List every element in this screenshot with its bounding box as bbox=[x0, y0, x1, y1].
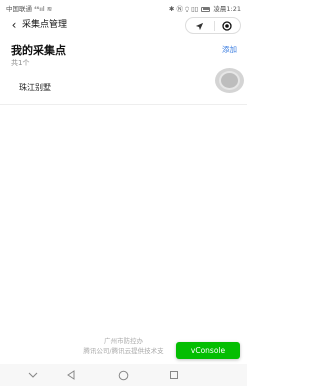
status-right: ✱ Ⓝ ⍜ ▯▯ 凌晨1:21 bbox=[169, 3, 241, 14]
status-time: 凌晨1:21 bbox=[213, 5, 241, 13]
capsule-location-button[interactable] bbox=[186, 18, 213, 34]
nav-collapse-button[interactable] bbox=[26, 368, 40, 382]
recent-square-icon bbox=[170, 371, 178, 379]
status-icons: ✱ Ⓝ ⍜ ▯▯ bbox=[169, 5, 199, 13]
android-nav-bar bbox=[0, 364, 247, 386]
add-button[interactable]: 添加 bbox=[222, 44, 237, 55]
battery-icon bbox=[201, 6, 211, 12]
nav-title: 采集点管理 bbox=[22, 20, 68, 30]
back-button[interactable]: ‹ bbox=[6, 16, 22, 34]
nav-recent-button[interactable] bbox=[167, 368, 181, 382]
status-bar: 中国联通 ⁴⁶ııl ≋ ✱ Ⓝ ⍜ ▯▯ 凌晨1:21 bbox=[0, 0, 247, 14]
nav-home-button[interactable] bbox=[116, 368, 130, 382]
chevron-left-icon: ‹ bbox=[11, 18, 17, 32]
carrier-name: 中国联通 bbox=[6, 5, 32, 13]
list-item-label: 珠江别墅 bbox=[19, 83, 51, 92]
nav-bar: ‹ 采集点管理 bbox=[0, 14, 247, 36]
capsule-target-button[interactable] bbox=[213, 18, 240, 34]
location-arrow-icon bbox=[195, 22, 204, 30]
vconsole-button[interactable]: vConsole bbox=[176, 342, 240, 359]
item-count: 共1个 bbox=[11, 59, 30, 67]
target-icon bbox=[221, 21, 232, 31]
mini-program-capsule bbox=[185, 17, 241, 34]
home-circle-icon bbox=[118, 370, 128, 380]
status-left: 中国联通 ⁴⁶ııl ≋ bbox=[6, 3, 52, 13]
nav-back-button[interactable] bbox=[64, 368, 78, 382]
page-title: 我的采集点 bbox=[11, 44, 66, 57]
floating-ball[interactable] bbox=[215, 68, 244, 93]
list-item[interactable]: 珠江别墅 bbox=[0, 72, 247, 105]
chevron-down-icon bbox=[28, 372, 38, 378]
back-triangle-icon bbox=[67, 370, 75, 380]
signal-wifi-icon: ⁴⁶ııl ≋ bbox=[34, 5, 53, 13]
floating-ball-inner bbox=[219, 71, 240, 90]
